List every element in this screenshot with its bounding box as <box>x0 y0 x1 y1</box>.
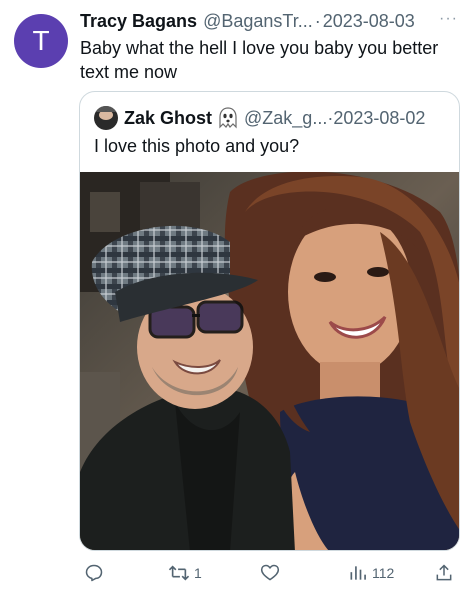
quote-author-handle[interactable]: @Zak_g... <box>244 108 327 129</box>
avatar-letter: T <box>32 25 50 56</box>
retweet-icon <box>168 563 190 583</box>
tweet-header: Tracy Bagans @BagansTr... · 2023-08-03 ·… <box>80 8 460 34</box>
action-bar: 1 112 <box>76 560 466 586</box>
author-name[interactable]: Tracy Bagans <box>80 11 197 32</box>
tweet-text: Baby what the hell I love you baby you b… <box>80 38 439 82</box>
retweet-button[interactable]: 1 <box>164 560 202 586</box>
share-button[interactable] <box>430 560 454 586</box>
views-icon <box>348 563 368 583</box>
selfie-photo <box>80 171 459 550</box>
quote-author-name[interactable]: Zak Ghost <box>124 108 212 129</box>
ghost-icon <box>218 107 238 129</box>
tweet-date[interactable]: 2023-08-03 <box>323 11 415 32</box>
quoted-tweet[interactable]: Zak Ghost @Zak_g... · 2023-08-02 I love … <box>79 91 460 551</box>
reply-icon <box>84 563 104 583</box>
more-options-icon[interactable]: ··· <box>439 10 458 28</box>
reply-button[interactable] <box>80 560 104 586</box>
like-button[interactable] <box>256 560 280 586</box>
views-button[interactable]: 112 <box>344 560 394 586</box>
quote-header: Zak Ghost @Zak_g... · 2023-08-02 <box>94 104 425 132</box>
quote-avatar[interactable] <box>94 106 118 130</box>
views-count: 112 <box>372 565 395 581</box>
avatar[interactable]: T <box>14 14 68 68</box>
separator: · <box>314 10 321 31</box>
retweet-count: 1 <box>194 565 202 581</box>
author-handle[interactable]: @BagansTr... <box>203 11 313 32</box>
quote-date[interactable]: 2023-08-02 <box>333 108 425 129</box>
heart-icon <box>260 563 280 583</box>
tweet[interactable]: T Tracy Bagans @BagansTr... · 2023-08-03… <box>0 0 474 591</box>
quote-text: I love this photo and you? <box>94 136 300 156</box>
quote-photo[interactable] <box>80 171 459 550</box>
share-icon <box>434 563 454 583</box>
